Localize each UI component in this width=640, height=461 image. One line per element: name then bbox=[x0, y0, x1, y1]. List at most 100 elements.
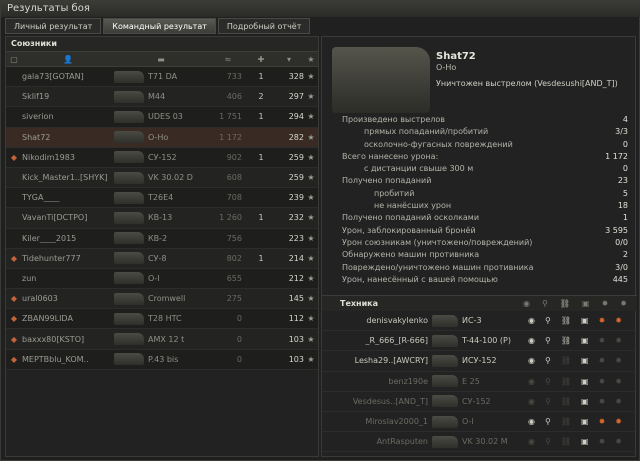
ally-row[interactable]: ◆ Tidehunter777 СУ-8 802 1 214 ★ bbox=[6, 248, 318, 269]
star-icon: ★ bbox=[307, 132, 315, 142]
enemy-vehicle: O-I bbox=[462, 417, 474, 427]
ally-row[interactable]: Sklif19 M44 406 2 297 ★ bbox=[6, 87, 318, 108]
enemy-player: _R_666_[R-666] bbox=[365, 336, 428, 346]
stat-label: с дистанции свыше 300 м bbox=[364, 164, 474, 174]
kills-value: 1 bbox=[258, 213, 264, 223]
star-icon: ★ bbox=[307, 213, 315, 223]
ally-row[interactable]: ◆ Nikodim1983 СУ-152 902 1 259 ★ bbox=[6, 147, 318, 168]
xp-value: 259 bbox=[288, 173, 304, 183]
platoon-icon: ◆ bbox=[10, 152, 18, 162]
star-icon: ★ bbox=[307, 314, 315, 324]
star-icon: ★ bbox=[307, 233, 315, 243]
ally-row[interactable]: ◆ MEPTBblu_KOM.. P.43 bis 0 103 ★ bbox=[6, 349, 318, 370]
vehicle-name: P.43 bis bbox=[148, 354, 179, 364]
tab-personal[interactable]: Личный результат bbox=[5, 18, 102, 34]
platoon-icon: ◆ bbox=[10, 354, 18, 364]
kills-value: 1 bbox=[258, 152, 264, 162]
kills-sort-icon[interactable]: ✚ bbox=[248, 55, 274, 64]
technique-row[interactable]: benz190e E 25 ◉ ⚲ ⛓ ▣ ✸ ✹ bbox=[322, 372, 637, 392]
interaction-marks: ◉ ⚲ ⛓ ▣ ✸ ✹ bbox=[528, 437, 637, 446]
ally-row[interactable]: ◆ ural0603 Cromwell 275 145 ★ bbox=[6, 289, 318, 310]
stats-list: Произведено выстрелов 4 прямых попаданий/п… bbox=[342, 115, 628, 287]
tank-icon bbox=[114, 191, 144, 204]
technique-row[interactable]: Miroslav2000_1 O-I ◉ ⚲ ⛓ ▣ ✸ ✹ bbox=[322, 412, 637, 433]
tank-icon bbox=[114, 171, 144, 184]
star-icon: ★ bbox=[307, 173, 315, 183]
enemy-player: AntRasputen bbox=[376, 437, 428, 447]
ally-row[interactable]: TYGA____ T26E4 708 239 ★ bbox=[6, 188, 318, 209]
platoon-icon: ◆ bbox=[10, 253, 18, 263]
damage-icon: ▣ bbox=[581, 417, 589, 427]
squad-icon[interactable]: ▢ bbox=[6, 55, 22, 64]
tank-icon bbox=[114, 232, 144, 245]
enemy-player: benz190e bbox=[388, 376, 428, 386]
vehicle-name: КВ-2 bbox=[148, 233, 168, 243]
allies-header: ▢ 👤 ▬ ≈ ✚ ▾ ★ bbox=[6, 51, 318, 67]
xp-value: 282 bbox=[288, 132, 304, 142]
tab-team[interactable]: Командный результат bbox=[103, 18, 216, 34]
stat-row: Получено попаданий осколками 1 bbox=[342, 213, 628, 225]
assist-icon: ⚲ bbox=[544, 396, 551, 406]
damage-value: 0 bbox=[236, 334, 242, 344]
ally-row[interactable]: VavanTi[DCTPO] КВ-13 1 260 1 232 ★ bbox=[6, 208, 318, 229]
track-icon: ⛓ bbox=[560, 417, 571, 427]
vehicle-name: T28 HTC bbox=[148, 314, 182, 324]
technique-icons: ◉ ⚲ ⛓ ▣ ✸ ✹ bbox=[523, 299, 637, 308]
stat-value: 3/0 bbox=[615, 262, 628, 272]
ally-row[interactable]: Shat72 O-Ho 1 172 282 ★ bbox=[6, 127, 318, 148]
technique-row[interactable]: denisvakylenko ИС-3 ◉ ⚲ ⛓ ▣ ✸ ✹ bbox=[322, 311, 637, 332]
tab-detailed[interactable]: Подробный отчёт bbox=[217, 18, 311, 34]
stat-row: Произведено выстрелов 4 bbox=[342, 115, 628, 127]
tank-icon bbox=[114, 211, 144, 224]
tank-sort-icon[interactable]: ▬ bbox=[114, 55, 208, 64]
star-icon: ★ bbox=[307, 112, 315, 122]
player-name: ZBAN99LIDA bbox=[22, 314, 73, 324]
xp-value: 103 bbox=[288, 334, 304, 344]
ally-row[interactable]: Kiler____2015 КВ-2 756 223 ★ bbox=[6, 228, 318, 249]
player-name: Kick_Master1..[SHYK] bbox=[22, 173, 108, 183]
xp-sort-icon[interactable]: ▾ bbox=[274, 55, 304, 64]
ally-row[interactable]: zun O-I 655 212 ★ bbox=[6, 268, 318, 290]
stat-row: Урон, нанесённый с вашей помощью 445 bbox=[342, 275, 628, 287]
player-name: Tidehunter777 bbox=[22, 253, 81, 263]
technique-row[interactable]: AntRasputen VK 30.02 M ◉ ⚲ ⛓ ▣ ✸ ✹ bbox=[322, 432, 637, 453]
star-icon: ★ bbox=[307, 92, 315, 102]
damage-value: 608 bbox=[226, 173, 242, 183]
kill-icon: ✹ bbox=[615, 356, 622, 366]
player-name: ural0603 bbox=[22, 294, 58, 304]
star-sort-icon[interactable]: ★ bbox=[304, 55, 318, 64]
kill-icon: ✹ bbox=[615, 437, 622, 447]
tank-icon bbox=[114, 333, 144, 346]
player-sort-icon[interactable]: 👤 bbox=[22, 55, 114, 64]
ally-row[interactable]: siverion UDES 03 1 751 1 294 ★ bbox=[6, 107, 318, 128]
damage-sort-icon[interactable]: ≈ bbox=[208, 55, 248, 64]
damage-value: 275 bbox=[226, 294, 242, 304]
ally-row[interactable]: ◆ ZBAN99LIDA T28 HTC 0 112 ★ bbox=[6, 309, 318, 330]
vehicle-name: T26E4 bbox=[148, 193, 174, 203]
xp-value: 112 bbox=[288, 314, 304, 324]
stat-label: Получено попаданий bbox=[342, 176, 432, 186]
stat-label: Всего нанесено урона: bbox=[342, 151, 439, 161]
stat-row: Урон союзникам (уничтожено/повреждений) 0… bbox=[342, 238, 628, 250]
damage-icon: ▣ bbox=[581, 376, 589, 386]
tank-icon bbox=[432, 334, 458, 347]
ally-row[interactable]: ◆ baxxx80[KSTO] AMX 12 t 0 103 ★ bbox=[6, 329, 318, 350]
tank-icon bbox=[114, 151, 144, 164]
technique-row[interactable]: Vesdesus..[AND_T] СУ-152 ◉ ⚲ ⛓ ▣ ✸ ✹ bbox=[322, 392, 637, 412]
technique-title: Техника bbox=[340, 299, 379, 308]
stat-value: 1 172 bbox=[605, 151, 628, 161]
ally-row[interactable]: Kick_Master1..[SHYK] VK 30.02 D 608 259 ★ bbox=[6, 167, 318, 189]
window-title: Результаты боя bbox=[1, 1, 640, 17]
stat-value: 23 bbox=[617, 176, 628, 186]
stat-value: 1 bbox=[622, 213, 628, 223]
kill-icon: ✹ bbox=[615, 417, 622, 427]
vehicle-player: Shat72 bbox=[436, 51, 476, 62]
ally-row[interactable]: gala73[GOTAN] T71 DA 733 1 328 ★ bbox=[6, 67, 318, 88]
xp-value: 294 bbox=[288, 112, 304, 122]
track-icon: ⛓ bbox=[560, 356, 571, 366]
allies-panel: Союзники ▢ 👤 ▬ ≈ ✚ ▾ ★ gala73[GOTAN] T71 … bbox=[5, 36, 319, 457]
vehicle-name: СУ-8 bbox=[148, 253, 167, 263]
technique-row[interactable]: Lesha29..[AWCRY] ИСУ-152 ◉ ⚲ ⛓ ▣ ✸ ✹ bbox=[322, 351, 637, 372]
technique-row[interactable]: _R_666_[R-666] T-44-100 (P) ◉ ⚲ ⛓ ▣ ✸ ✹ bbox=[322, 331, 637, 352]
interaction-marks: ◉ ⚲ ⛓ ▣ ✸ ✹ bbox=[528, 316, 637, 325]
